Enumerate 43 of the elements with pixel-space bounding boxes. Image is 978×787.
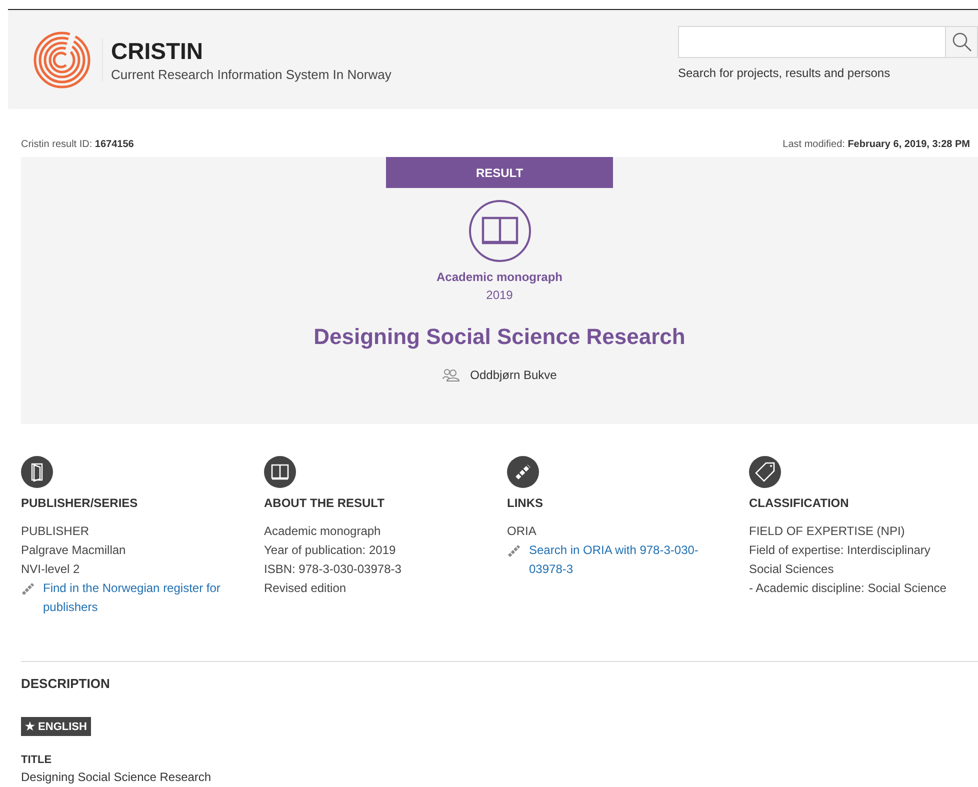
external-link[interactable]: Find in the Norwegian register for publishers — [43, 579, 233, 617]
search-button[interactable] — [945, 27, 977, 57]
result-title: Designing Social Science Research — [314, 324, 686, 350]
search-icon — [952, 32, 972, 52]
section-heading: DESCRIPTION — [21, 676, 111, 691]
result-badge: RESULT — [386, 157, 613, 188]
chain-icon — [507, 456, 539, 488]
info-text: Field of expertise: Interdisciplinary Social Sciences — [749, 542, 932, 578]
search-field[interactable] — [678, 26, 978, 58]
link-icon — [507, 544, 521, 558]
section-heading: LINKS — [507, 496, 543, 510]
logo-icon — [32, 30, 92, 90]
language-tag: ★ ENGLISH — [21, 717, 91, 736]
link-icon — [21, 582, 35, 596]
section-heading: ABOUT THE RESULT — [264, 496, 384, 510]
info-text: Year of publication: 2019 — [264, 542, 396, 559]
logo-title: CRISTIN — [111, 38, 204, 64]
result-year: 2019 — [486, 288, 513, 302]
info-text: Palgrave Macmillan — [21, 542, 126, 559]
info-text: NVI-level 2 — [21, 561, 80, 578]
book-icon — [468, 200, 530, 262]
last-modified: Last modified: February 6, 2019, 3:28 PM — [782, 139, 970, 152]
info-text: PUBLISHER — [21, 523, 90, 540]
people-icon — [442, 368, 460, 382]
author-name[interactable]: Oddbjørn Bukve — [470, 368, 557, 382]
section-heading: PUBLISHER/SERIES — [21, 496, 138, 510]
logo-subtitle: Current Research Information System In Norway — [111, 66, 392, 82]
info-text: Revised edition — [264, 580, 346, 597]
door-icon — [21, 456, 53, 488]
section-heading: CLASSIFICATION — [749, 496, 849, 510]
book-icon — [264, 456, 296, 488]
field-label: TITLE — [21, 754, 53, 766]
info-text: ORIA — [507, 523, 536, 540]
info-text: ISBN: 978-3-030-03978-3 — [264, 561, 402, 578]
external-link[interactable]: Search in ORIA with 978-3-030-03978-3 — [529, 541, 719, 579]
info-text: Academic monograph — [264, 523, 381, 540]
result-category: Academic monograph — [436, 270, 563, 284]
tag-icon — [749, 456, 781, 488]
search-hint: Search for projects, results and persons — [678, 66, 892, 80]
info-text: - Academic discipline: Social Science — [749, 580, 946, 597]
info-text: FIELD OF EXPERTISE (NPI) — [749, 523, 905, 540]
field-value: Designing Social Science Research — [21, 770, 212, 784]
result-id: Cristin result ID: 1674156 — [21, 139, 134, 152]
